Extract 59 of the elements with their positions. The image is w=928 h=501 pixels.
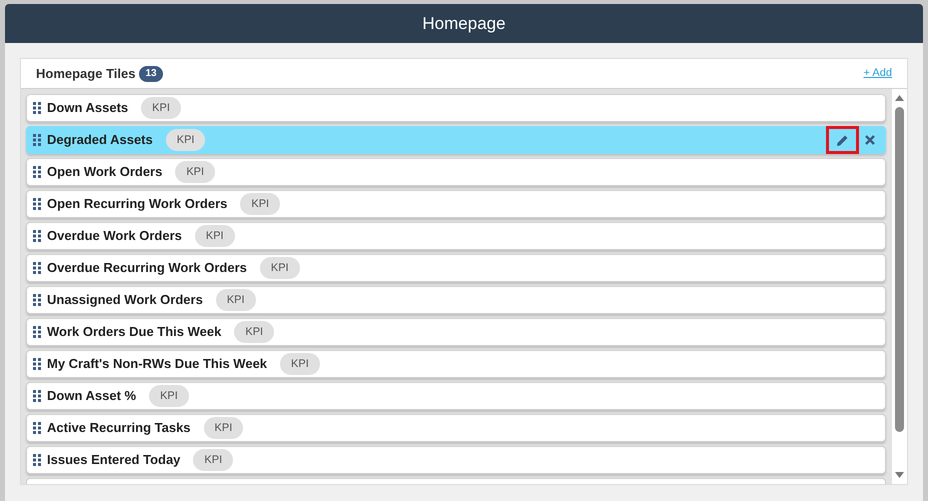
scroll-down-icon[interactable] (895, 472, 904, 478)
tile-name: My Craft's Non-RWs Due This Week (47, 355, 268, 374)
tile-row[interactable]: Work Orders Due This Week KPI (26, 318, 886, 346)
tile-name: Overdue Recurring Work Orders (47, 259, 247, 278)
panel-title: Homepage Tiles (36, 64, 136, 83)
drag-handle-icon[interactable] (33, 262, 41, 274)
tile-type-tag: KPI (193, 449, 234, 471)
tile-row[interactable]: Issues Entered Today KPI (26, 446, 886, 474)
drag-handle-icon[interactable] (33, 198, 41, 210)
tile-type-tag: KPI (149, 385, 189, 407)
tile-type-tag: KPI (260, 257, 300, 279)
drag-handle-icon[interactable] (33, 422, 41, 434)
tile-name: Down Asset % (47, 387, 136, 406)
pencil-icon (836, 134, 849, 146)
tile-type-tag: KPI (141, 97, 181, 119)
tile-row[interactable]: Open Work Orders KPI (26, 158, 886, 186)
tile-name: Overdue Work Orders (47, 227, 182, 246)
drag-handle-icon[interactable] (33, 134, 41, 146)
tile-type-tag: KPI (240, 193, 280, 215)
drag-handle-icon[interactable] (33, 166, 41, 178)
tile-type-tag: KPI (194, 225, 235, 247)
tile-name: Work Orders Due This Week (47, 323, 222, 342)
tile-row[interactable]: Down Assets KPI (26, 94, 886, 122)
tile-name: Open Work Orders (47, 163, 162, 182)
tile-row[interactable]: Overdue Recurring Work Orders KPI (26, 254, 886, 282)
close-button[interactable] (863, 133, 877, 147)
tile-row[interactable]: My Craft's Non-RWs Due This Week KPI (26, 350, 886, 378)
tile-type-tag: KPI (166, 129, 206, 151)
drag-handle-icon[interactable] (33, 230, 41, 242)
tile-type-tag: KPI (280, 353, 320, 375)
window-title: Homepage (422, 12, 506, 35)
drag-handle-icon[interactable] (33, 326, 41, 338)
drag-handle-icon[interactable] (33, 358, 41, 370)
tile-name: Degraded Assets (47, 131, 153, 150)
tile-row[interactable]: Active Recurring Tasks KPI (26, 414, 886, 442)
tile-row[interactable]: Down Asset % KPI (26, 382, 886, 410)
tile-type-tag: KPI (204, 417, 244, 439)
scroll-thumb[interactable] (895, 107, 904, 432)
count-badge: 13 (139, 66, 163, 82)
drag-handle-icon[interactable] (33, 294, 41, 306)
tile-name: Unassigned Work Orders (47, 291, 203, 310)
scroll-up-icon[interactable] (895, 95, 904, 101)
drag-handle-icon[interactable] (33, 454, 41, 466)
scrollbar[interactable] (892, 89, 907, 484)
tile-name: Active Recurring Tasks (47, 419, 191, 438)
tile-name: Down Assets (47, 99, 128, 118)
tile-type-tag: KPI (216, 289, 256, 311)
tile-row[interactable]: Open Recurring Work Orders KPI (26, 190, 886, 218)
drag-handle-icon[interactable] (33, 102, 41, 114)
tile-type-tag: KPI (175, 161, 216, 183)
edit-button[interactable] (826, 126, 859, 154)
tile-row[interactable]: Degraded Assets KPI (26, 126, 886, 154)
tile-row[interactable]: Overdue Work Orders KPI (26, 222, 886, 250)
drag-handle-icon[interactable] (33, 390, 41, 402)
tile-name: Issues Entered Today (47, 451, 180, 470)
tile-type-tag: KPI (234, 321, 274, 343)
tile-name: Open Recurring Work Orders (47, 195, 228, 214)
tile-row[interactable]: Unassigned Work Orders KPI (26, 286, 886, 314)
close-icon (865, 135, 875, 145)
